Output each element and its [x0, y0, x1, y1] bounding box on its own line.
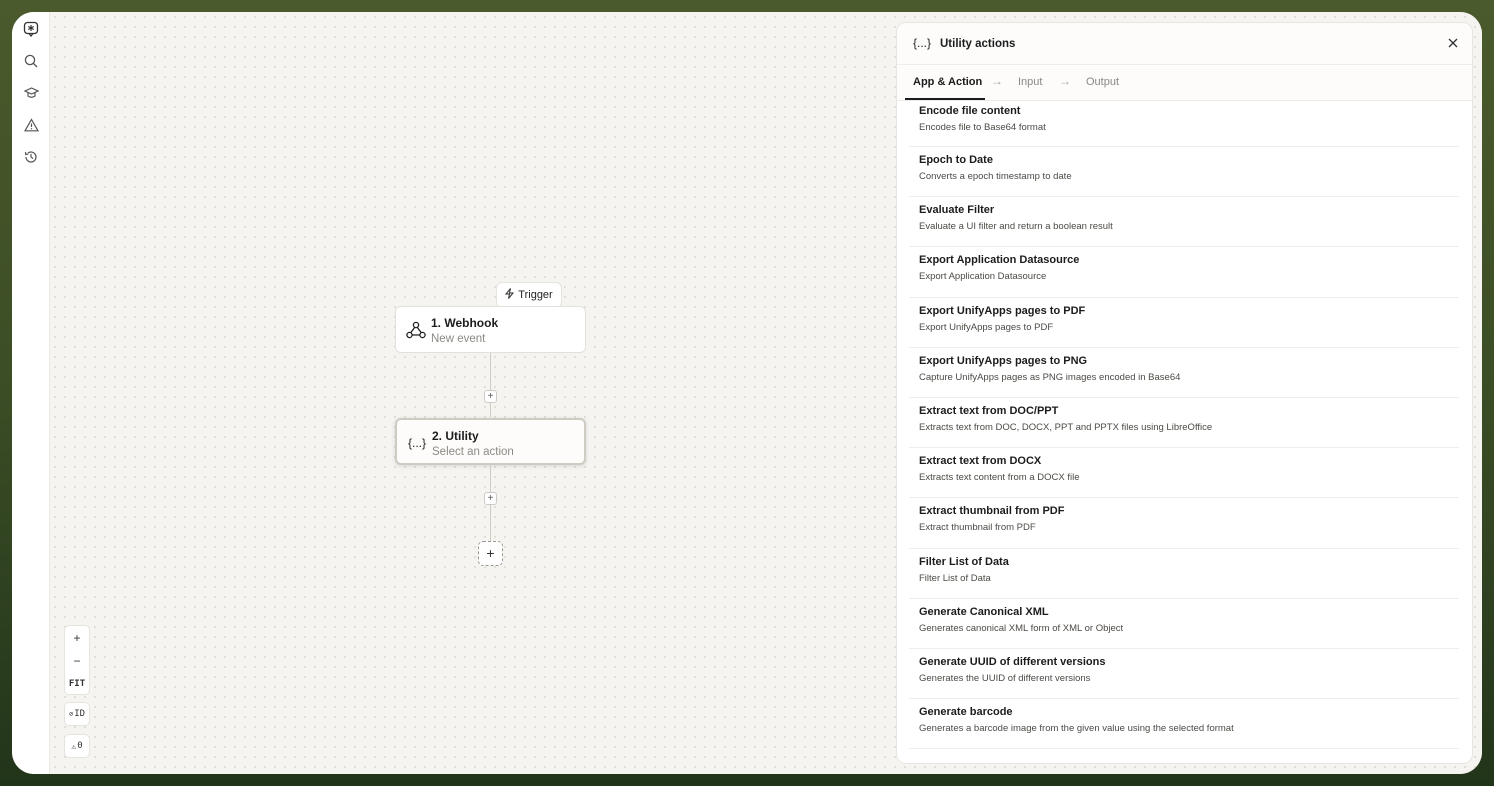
action-description: Export UnifyApps pages to PDF — [919, 321, 1054, 333]
action-title: Epoch to Date — [919, 154, 993, 166]
action-description: Extract thumbnail from PDF — [919, 522, 1036, 534]
tab-input[interactable]: Input — [1018, 76, 1042, 88]
action-title: Generate UUID of different versions — [919, 655, 1106, 668]
action-title: Extract text from DOCX — [919, 455, 1042, 468]
list-item[interactable]: Generate Canonical XML Generates canonica… — [909, 599, 1459, 649]
node-subtitle: New event — [431, 333, 486, 345]
actions-list[interactable]: Encode file content Encodes file to Base6… — [909, 102, 1459, 762]
trigger-label: Trigger — [518, 289, 553, 301]
action-title: Extract text from DOC/PPT — [919, 404, 1059, 417]
action-title: Filter List of Data — [919, 555, 1009, 568]
webhook-icon — [405, 320, 427, 340]
list-item[interactable]: Filter List of Data Filter List of Data — [909, 549, 1459, 599]
action-title: Export Application Datasource — [919, 254, 1080, 267]
panel-header: {...} Utility actions — [897, 23, 1472, 65]
action-title: Evaluate Filter — [919, 204, 995, 217]
node-title: 1. Webhook — [431, 316, 499, 330]
node-title: 2. Utility — [432, 429, 479, 443]
logo-icon[interactable] — [22, 20, 40, 38]
action-description: Encodes file to Base64 format — [919, 122, 1046, 133]
action-description: Generates canonical XML form of XML or O… — [919, 622, 1124, 634]
list-item[interactable]: Extract text from DOCX Extracts text cont… — [909, 448, 1459, 499]
fit-button[interactable]: FIT — [65, 672, 89, 695]
add-step-button[interactable]: + — [484, 390, 497, 403]
left-rail — [12, 12, 50, 774]
active-tab-indicator — [905, 98, 985, 100]
list-item[interactable]: Encode file content Encodes file to Base6… — [909, 102, 1459, 147]
node-utility[interactable]: {...} 2. Utility Select an action — [395, 418, 586, 465]
action-description: Evaluate a UI filter and return a boolea… — [919, 221, 1113, 233]
list-item[interactable]: Evaluate Filter Evaluate a UI filter and … — [909, 197, 1459, 248]
add-step-button[interactable]: + — [484, 492, 497, 505]
graduation-cap-icon[interactable] — [22, 84, 40, 102]
list-item[interactable]: Epoch to Date Converts a epoch timestamp … — [909, 147, 1459, 198]
eye-off-icon: ⊘ — [68, 710, 74, 718]
action-description: Converts a epoch timestamp to date — [919, 171, 1072, 182]
warnings-button[interactable]: ⚠ 0 — [64, 734, 90, 758]
list-item[interactable]: Export UnifyApps pages to PDF Export Unif… — [909, 298, 1459, 348]
list-item[interactable]: Generate UUID of different versions Gener… — [909, 649, 1459, 700]
arrow-right-icon: → — [1059, 74, 1071, 88]
add-final-step-button[interactable]: + — [478, 541, 503, 566]
action-title: Generate Canonical XML — [919, 605, 1049, 618]
action-title: Export UnifyApps pages to PDF — [919, 304, 1086, 317]
list-item[interactable]: Generate barcode Generates a barcode imag… — [909, 699, 1459, 750]
action-description: Extracts text content from a DOCX file — [919, 472, 1080, 484]
curly-braces-icon: {...} — [913, 36, 932, 50]
action-title: Export UnifyApps pages to PNG — [919, 354, 1088, 367]
action-title: Encode file content — [919, 105, 1021, 117]
panel-title: Utility actions — [940, 38, 1016, 50]
warnings-count: 0 — [77, 741, 83, 751]
action-description: Extracts text from DOC, DOCX, PPT and PP… — [919, 421, 1213, 433]
node-subtitle: Select an action — [432, 446, 514, 458]
tab-output[interactable]: Output — [1086, 76, 1119, 88]
step-tabs: App & Action → Input → Output — [897, 66, 1472, 101]
zoom-out-button[interactable]: − — [65, 649, 89, 672]
close-icon[interactable] — [1448, 35, 1458, 51]
id-toggle-label: ID — [74, 709, 86, 719]
curly-braces-icon: {...} — [407, 436, 427, 450]
lightning-icon — [505, 288, 515, 302]
action-description: Capture UnifyApps pages as PNG images en… — [919, 371, 1181, 383]
list-item[interactable]: Extract thumbnail from PDF Extract thumbn… — [909, 498, 1459, 549]
zoom-controls: + − FIT — [64, 625, 90, 695]
action-description: Filter List of Data — [919, 572, 991, 584]
action-description: Generates the UUID of different versions — [919, 672, 1091, 684]
tab-app-action[interactable]: App & Action — [913, 76, 982, 88]
list-item[interactable]: Export Application Datasource Export Appl… — [909, 247, 1459, 298]
connector-line — [490, 353, 491, 417]
search-icon[interactable] — [22, 52, 40, 70]
warning-icon: ⚠ — [71, 741, 77, 751]
list-item[interactable]: Extract text from DOC/PPT Extracts text f… — [909, 398, 1459, 449]
action-description: Export Application Datasource — [919, 271, 1047, 283]
id-toggle-button[interactable]: ⊘ ID — [64, 702, 90, 726]
list-item[interactable]: Export UnifyApps pages to PNG Capture Uni… — [909, 348, 1459, 398]
zoom-in-button[interactable]: + — [65, 626, 89, 649]
action-description: Generates a barcode image from the given… — [919, 723, 1234, 735]
utility-actions-panel: {...} Utility actions App & Action → Inp… — [896, 22, 1473, 764]
app-window: Trigger 1. Webhook New event + {...} 2. … — [12, 12, 1482, 774]
node-webhook[interactable]: 1. Webhook New event — [395, 306, 586, 353]
trigger-badge: Trigger — [496, 282, 562, 308]
action-title: Extract thumbnail from PDF — [919, 505, 1065, 518]
action-title: Generate barcode — [919, 706, 1013, 719]
arrow-right-icon: → — [991, 74, 1003, 88]
warning-icon[interactable] — [22, 116, 40, 134]
history-icon[interactable] — [22, 148, 40, 166]
